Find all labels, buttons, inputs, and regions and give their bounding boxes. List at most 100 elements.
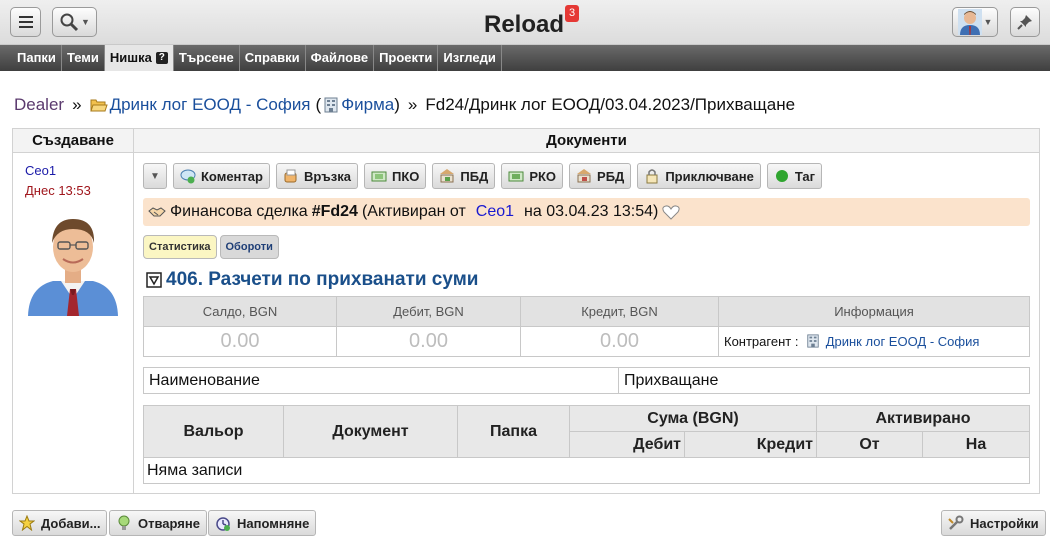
nav-folders[interactable]: Папки	[12, 45, 62, 71]
tab-statistics[interactable]: Статистика	[143, 235, 217, 259]
app-title[interactable]: Reload	[484, 11, 564, 39]
nav-reports[interactable]: Справки	[240, 45, 306, 71]
deal-activated-by-link[interactable]: Ceo1	[476, 203, 514, 221]
lock-icon	[646, 169, 658, 184]
nav-files[interactable]: Файлове	[306, 45, 375, 71]
pin-button[interactable]	[1010, 7, 1040, 37]
search-icon	[60, 13, 79, 32]
nav-search[interactable]: Търсене	[174, 45, 240, 71]
name-value: Прихващане	[618, 367, 1030, 394]
nav-thread-label: Нишка	[109, 50, 152, 65]
cash-out-button[interactable]: РКО	[501, 163, 564, 189]
cash-out-icon	[508, 171, 524, 182]
name-table: Наименование Прихващане	[143, 367, 1030, 394]
documents-column-header: Документи	[134, 129, 1039, 153]
info-cell: Контрагент : Дринк лог ЕООД - София	[718, 326, 1030, 357]
breadcrumb-separator: »	[72, 95, 82, 114]
nav-projects[interactable]: Проекти	[374, 45, 439, 71]
balance-value: 0.00	[220, 330, 260, 352]
bulb-icon	[118, 515, 130, 530]
credit-header: Кредит, BGN	[520, 296, 719, 327]
handshake-icon	[148, 207, 166, 217]
credit-value: 0.00	[600, 330, 639, 352]
bank-out-button[interactable]: РБД	[569, 163, 632, 189]
nav-views[interactable]: Изгледи	[438, 45, 502, 71]
nav-thread[interactable]: Нишка ?	[104, 45, 174, 71]
bank-in-icon	[440, 169, 455, 183]
remind-button[interactable]: Напомняне	[208, 510, 317, 536]
folder-header: Папка	[457, 405, 570, 458]
help-icon[interactable]: ?	[155, 52, 168, 64]
debit-value: 0.00	[409, 330, 448, 352]
deal-header: Финансова сделка #Fd24 (Активиран от Ceo…	[143, 198, 1030, 226]
document-header: Документ	[283, 405, 458, 458]
thread-frame: Създаване Ceo1 Днес 13:53 Документи ▼ Ко…	[12, 128, 1040, 494]
settings-icon	[948, 515, 964, 530]
contractor-link[interactable]: Дринк лог ЕООД - София	[826, 334, 980, 349]
valor-header: Вальор	[143, 405, 284, 458]
bank-in-button[interactable]: ПБД	[432, 163, 496, 189]
chevron-down-icon: ▼	[983, 17, 993, 27]
section-title: 406. Разчети по прихванати суми	[146, 269, 478, 291]
bank-out-icon	[577, 169, 592, 183]
activated-header: Активирано	[816, 405, 1030, 432]
tab-turnover[interactable]: Обороти	[219, 235, 279, 259]
breadcrumb-company-type-link[interactable]: Фирма	[341, 95, 394, 115]
to-subheader: На	[922, 431, 1030, 458]
chevron-down-icon: ▼	[150, 170, 160, 182]
close-deal-button[interactable]: Приключване	[637, 163, 761, 189]
balance-table: Салдо, BGN Дебит, BGN Кредит, BGN Информ…	[143, 296, 1030, 357]
credit-subheader: Кредит	[684, 431, 817, 458]
entries-table: Вальор Документ Папка Сума (BGN) Активир…	[143, 405, 1030, 484]
tag-dot-icon	[775, 170, 788, 182]
company-icon	[807, 334, 819, 348]
debit-header: Дебит, BGN	[336, 296, 521, 327]
empty-message: Няма записи	[143, 457, 1030, 484]
section-title-text: 406. Разчети по прихванати суми	[166, 269, 479, 290]
nav-topics[interactable]: Теми	[62, 45, 105, 71]
heart-icon[interactable]	[662, 204, 680, 220]
name-label: Наименование	[143, 367, 619, 394]
hamburger-icon	[18, 16, 33, 28]
creator-column: Създаване Ceo1 Днес 13:53	[13, 129, 134, 493]
documents-column: Документи ▼ Коментар Връзка ПКО ПБД РКО …	[134, 129, 1039, 493]
top-bar: ▼ Reload 3 ▼	[0, 0, 1050, 45]
breadcrumb-company-link[interactable]: Дринк лог ЕООД - София	[110, 95, 311, 115]
deal-id: #Fd24	[311, 203, 358, 220]
notification-badge[interactable]: 3	[565, 5, 579, 22]
breadcrumb: Dealer » Дринк лог ЕООД - София ( Фирма …	[14, 95, 796, 115]
deal-activated-prefix: (Активиран от	[361, 203, 466, 220]
user-menu-button[interactable]: ▼	[952, 7, 998, 37]
breadcrumb-path: Fd24/Дринк лог ЕООД/03.04.2023/Прихващан…	[425, 95, 796, 114]
link-button[interactable]: Връзка	[275, 163, 358, 189]
link-icon	[284, 169, 297, 183]
star-icon	[19, 515, 35, 531]
cash-in-button[interactable]: ПКО	[363, 163, 427, 189]
balance-header: Салдо, BGN	[143, 296, 337, 327]
document-toolbar: ▼ Коментар Връзка ПКО ПБД РКО РБД Приклю…	[143, 163, 823, 189]
company-icon	[324, 97, 338, 113]
add-button[interactable]: Добави...	[12, 510, 108, 536]
menu-button[interactable]	[10, 7, 41, 37]
breadcrumb-separator: »	[407, 95, 418, 114]
toolbar-dropdown-button[interactable]: ▼	[143, 163, 167, 189]
creator-name-link[interactable]: Ceo1	[25, 163, 56, 178]
reject-button[interactable]: Отваряне	[109, 510, 207, 536]
breadcrumb-dealer-link[interactable]: Dealer	[14, 95, 64, 115]
comment-icon	[180, 169, 196, 184]
settings-button[interactable]: Настройки	[941, 510, 1046, 536]
avatar-icon	[957, 9, 982, 35]
chevron-down-icon: ▼	[81, 17, 90, 27]
search-button[interactable]: ▼	[52, 7, 97, 37]
deal-activated-at: на 03.04.23 13:54)	[524, 203, 659, 220]
deal-prefix: Финансова сделка	[170, 203, 308, 220]
from-subheader: От	[816, 431, 923, 458]
creator-photo	[23, 209, 123, 316]
sum-header: Сума (BGN)	[569, 405, 817, 432]
contractor-label: Контрагент :	[724, 334, 799, 349]
info-header: Информация	[718, 296, 1030, 327]
folder-open-icon	[89, 99, 108, 112]
comment-button[interactable]: Коментар	[173, 163, 270, 189]
tag-button[interactable]: Таг	[766, 163, 823, 189]
deal-tabs: Статистика Обороти	[143, 235, 279, 259]
